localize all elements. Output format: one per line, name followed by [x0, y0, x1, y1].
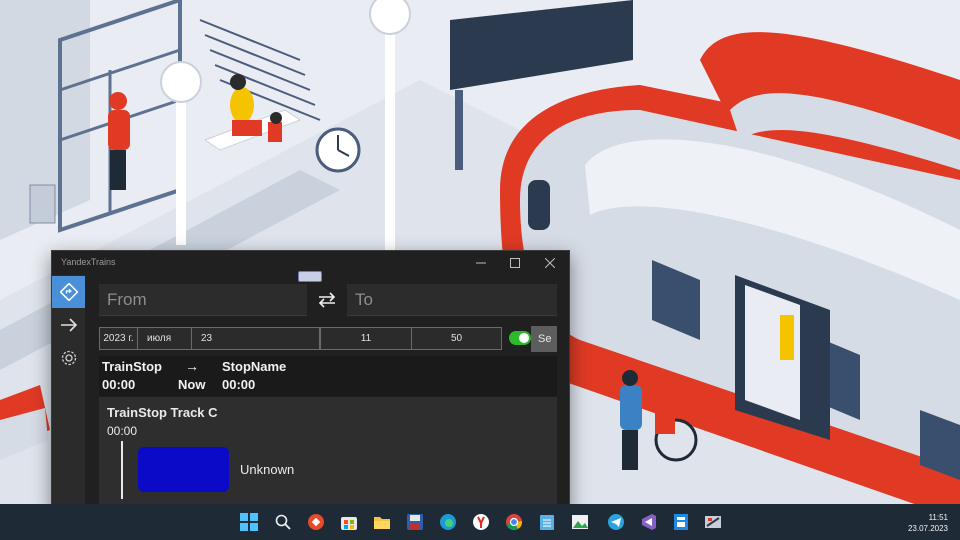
clock-date: 23.07.2023 [907, 524, 948, 533]
telegram-icon[interactable] [605, 511, 627, 533]
minute-field[interactable]: 50 [412, 328, 501, 349]
notepad-icon[interactable] [536, 511, 558, 533]
maximize-button[interactable] [498, 251, 532, 275]
to-stop-name: StopName [222, 359, 287, 374]
minimize-button[interactable] [464, 251, 498, 275]
year-field[interactable]: 2023 г. [100, 328, 138, 349]
day-field[interactable]: 23 [192, 328, 321, 349]
from-stop-time: 00:00 [102, 377, 136, 392]
yandex-trains-window: YandexTrains From To 2023 г. июля 23 11 … [51, 250, 570, 512]
swap-button[interactable] [311, 285, 343, 315]
arrow-right-icon: → [185, 358, 199, 374]
search-icon[interactable] [272, 511, 294, 533]
train-status: Unknown [240, 462, 295, 477]
from-stop-name: TrainStop [102, 359, 162, 374]
gear-icon [61, 350, 76, 366]
drag-handle[interactable] [298, 271, 322, 282]
window-title: YandexTrains [61, 257, 116, 267]
save-icon[interactable] [404, 511, 426, 533]
search-button[interactable]: Se [531, 326, 557, 352]
timeline-line [121, 441, 123, 499]
to-input[interactable]: To [347, 284, 557, 316]
from-input[interactable]: From [99, 284, 307, 316]
document-app-icon[interactable] [670, 511, 692, 533]
file-explorer-icon[interactable] [371, 511, 393, 533]
clock-time: 11:51 [928, 513, 948, 522]
to-stop-time: 00:00 [222, 377, 256, 392]
chrome-icon[interactable] [503, 511, 525, 533]
arrow-right-icon [60, 318, 77, 332]
stop-track-title: TrainStop Track C [107, 405, 218, 420]
stop-time: 00:00 [107, 424, 138, 438]
close-button[interactable] [533, 251, 567, 275]
image-editor-icon[interactable] [569, 511, 591, 533]
result-card[interactable]: TrainStop Track C 00:00 Unknown [99, 397, 557, 511]
maximize-icon [510, 258, 520, 268]
now-label: Now [178, 377, 206, 392]
nav-settings[interactable] [52, 342, 85, 374]
windows-start-icon[interactable] [238, 511, 260, 533]
now-toggle[interactable] [509, 331, 531, 345]
hour-field[interactable]: 11 [321, 328, 412, 349]
yandex-trains-app-icon[interactable] [702, 511, 724, 533]
system-clock[interactable]: 11:51 23.07.2023 [908, 512, 948, 534]
month-field[interactable]: июля [138, 328, 192, 349]
nav-direction[interactable] [52, 309, 85, 341]
toggle-knob [519, 333, 529, 343]
swap-icon [318, 292, 336, 308]
anydesk-icon[interactable] [305, 511, 327, 533]
minimize-icon [476, 262, 486, 264]
datetime-picker[interactable]: 2023 г. июля 23 11 50 [99, 327, 502, 350]
taskbar: 11:51 23.07.2023 [0, 504, 960, 540]
sidebar [52, 275, 85, 511]
visual-studio-icon[interactable] [637, 511, 659, 533]
nav-route[interactable] [52, 276, 85, 308]
close-icon [545, 258, 555, 268]
yandex-browser-icon[interactable] [470, 511, 492, 533]
main-content: From To 2023 г. июля 23 11 50 Se TrainSt… [85, 275, 569, 511]
route-header: TrainStop 00:00 → Now StopName 00:00 [99, 356, 557, 396]
route-icon [59, 283, 78, 301]
edge-icon[interactable] [437, 511, 459, 533]
microsoft-store-icon[interactable] [338, 511, 360, 533]
train-color-block [138, 447, 229, 492]
